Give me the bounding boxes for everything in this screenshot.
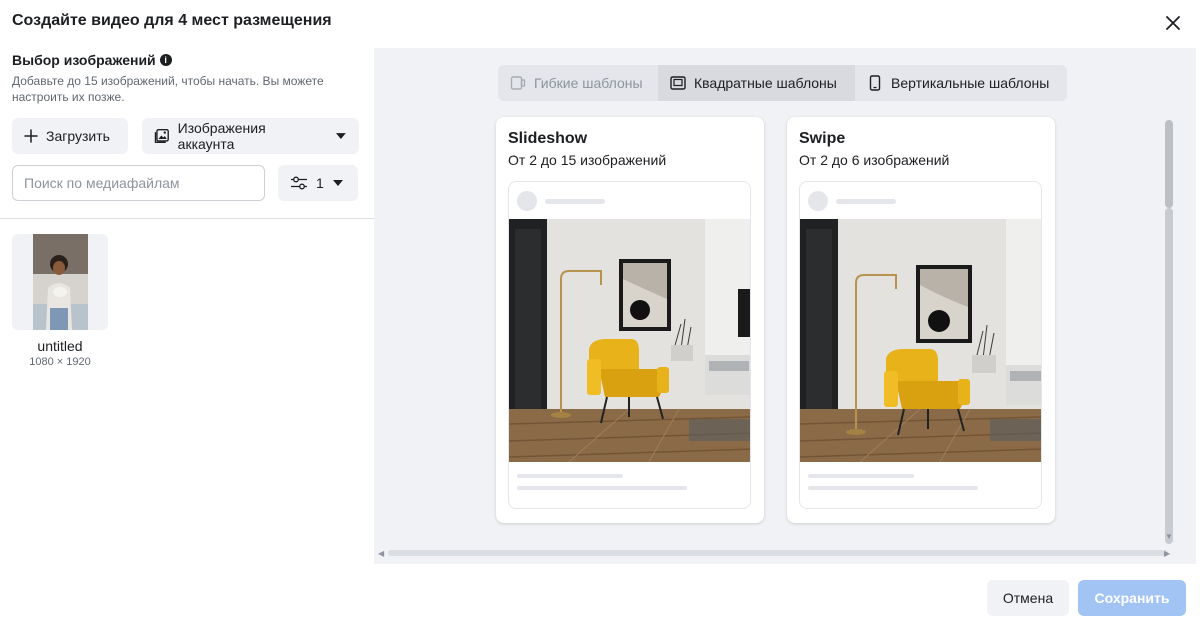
close-button[interactable] — [1160, 10, 1186, 36]
section-title: Выбор изображений i — [12, 52, 172, 68]
cancel-button[interactable]: Отмена — [987, 580, 1069, 616]
scroll-right-arrow[interactable]: ▶ — [1164, 549, 1170, 558]
card-subtitle: От 2 до 15 изображений — [508, 152, 667, 168]
templates-panel: Гибкие шаблоны Квадратные шаблоны Вертик… — [374, 48, 1196, 564]
info-icon[interactable]: i — [159, 54, 172, 66]
placeholder-avatar — [808, 191, 828, 211]
media-thumbnail[interactable] — [12, 234, 108, 330]
image-selection-panel: Выбор изображений i Добавьте до 15 изобр… — [0, 48, 374, 568]
template-preview — [508, 181, 751, 509]
placeholder-line — [545, 199, 605, 204]
card-title: Swipe — [799, 130, 846, 147]
tab-vertical-label: Вертикальные шаблоны — [891, 75, 1050, 91]
card-title: Slideshow — [508, 130, 588, 147]
tab-vertical-templates[interactable]: Вертикальные шаблоны — [855, 65, 1067, 101]
placeholder-line — [808, 486, 978, 490]
upload-button[interactable]: Загрузить — [12, 118, 128, 154]
template-card-slideshow[interactable]: Slideshow От 2 до 15 изображений — [496, 117, 764, 523]
card-subtitle: От 2 до 6 изображений — [799, 152, 950, 168]
save-button[interactable]: Сохранить — [1078, 580, 1186, 616]
placeholder-line — [517, 474, 623, 478]
placeholder-avatar — [517, 191, 537, 211]
tab-flexible-label: Гибкие шаблоны — [534, 75, 643, 91]
account-images-dropdown[interactable]: Изображения аккаунта — [142, 118, 359, 154]
template-card-swipe[interactable]: Swipe От 2 до 6 изображений — [787, 117, 1055, 523]
media-search-input[interactable] — [12, 165, 265, 201]
media-name: untitled — [37, 338, 83, 354]
tab-square-label: Квадратные шаблоны — [694, 75, 837, 91]
placeholder-line — [836, 199, 896, 204]
filter-count: 1 — [316, 175, 324, 191]
vertical-scrollbar-track — [1165, 208, 1173, 544]
plus-icon — [24, 129, 38, 143]
divider — [0, 218, 374, 219]
template-type-tabs: Гибкие шаблоны Квадратные шаблоны Вертик… — [498, 65, 1067, 101]
square-device-icon — [670, 76, 686, 90]
section-title-text: Выбор изображений — [12, 52, 156, 68]
caret-down-icon — [336, 133, 347, 139]
scroll-down-arrow[interactable]: ▼ — [1165, 532, 1173, 541]
filter-button[interactable]: 1 — [278, 165, 358, 201]
account-images-label: Изображения аккаунта — [177, 120, 266, 152]
image-gallery-icon — [154, 128, 169, 144]
horizontal-scrollbar[interactable] — [388, 550, 1168, 556]
scroll-left-arrow[interactable]: ◀ — [378, 549, 384, 558]
preview-image-yellow-chair — [509, 219, 750, 462]
preview-image-yellow-chair — [800, 219, 1041, 462]
vertical-scrollbar-thumb[interactable] — [1165, 120, 1173, 208]
flexible-device-icon — [510, 76, 526, 90]
close-icon — [1166, 16, 1180, 30]
phone-icon — [869, 75, 881, 91]
sliders-icon — [291, 176, 307, 190]
caret-down-icon — [332, 180, 343, 186]
dialog-title: Создайте видео для 4 мест размещения — [12, 12, 332, 29]
upload-button-label: Загрузить — [46, 128, 110, 144]
template-preview — [799, 181, 1042, 509]
media-dimensions: 1080 × 1920 — [29, 356, 91, 368]
placeholder-line — [808, 474, 914, 478]
placeholder-line — [517, 486, 687, 490]
tab-square-templates[interactable]: Квадратные шаблоны — [658, 65, 855, 101]
media-thumbnail-image — [12, 234, 108, 330]
section-description: Добавьте до 15 изображений, чтобы начать… — [12, 74, 324, 104]
tab-flexible-templates[interactable]: Гибкие шаблоны — [498, 65, 658, 101]
